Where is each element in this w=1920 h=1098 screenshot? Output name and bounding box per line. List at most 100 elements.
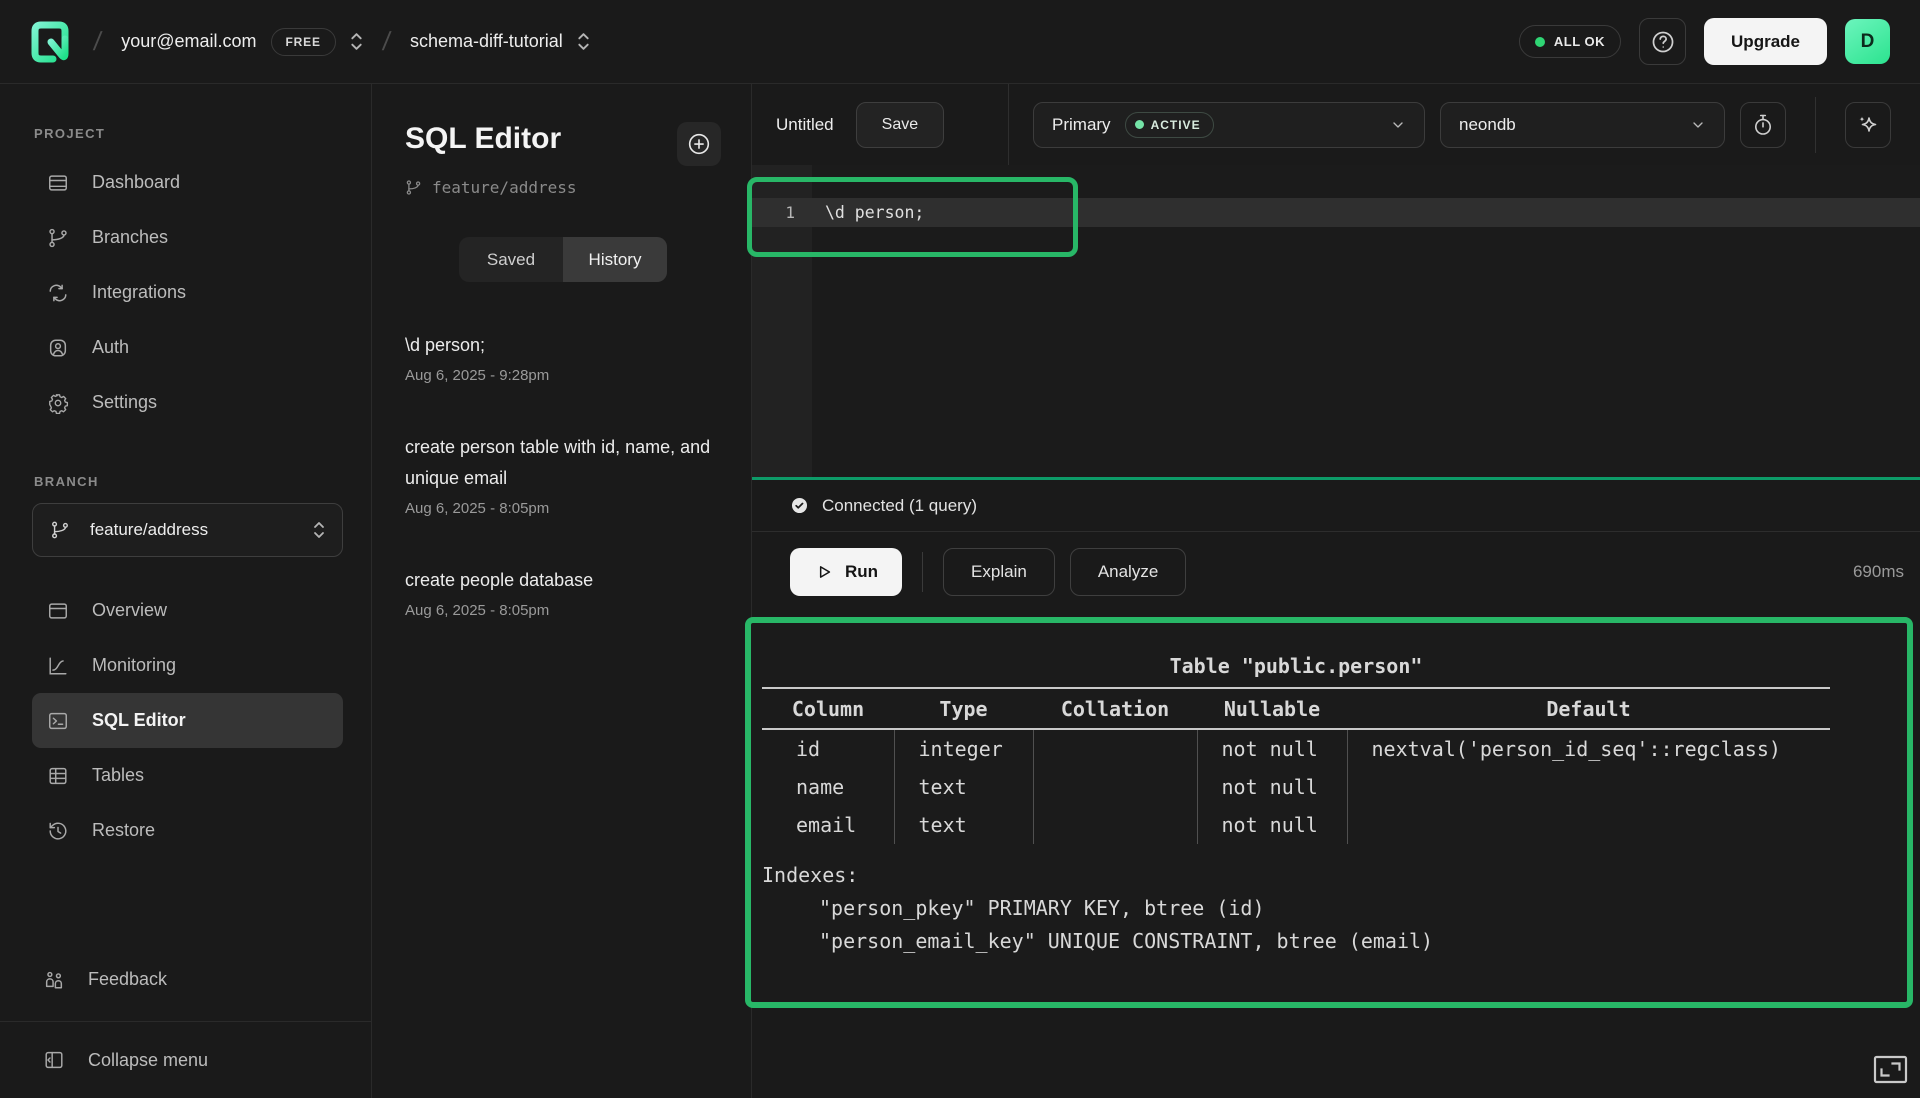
account-switcher-chevrons-icon[interactable] (350, 31, 363, 52)
sidebar-section-project: PROJECT (34, 126, 343, 141)
sql-editor-panel: SQL Editor feature/address Saved History… (372, 84, 752, 1098)
sidebar-item-sql-editor[interactable]: SQL Editor (32, 693, 343, 748)
query-timing-button[interactable] (1740, 102, 1786, 148)
history-item[interactable]: create person table with id, name, and u… (405, 432, 721, 517)
sidebar-item-branches[interactable]: Branches (32, 210, 343, 265)
cell: not null (1197, 729, 1347, 768)
sidebar-item-label: SQL Editor (92, 710, 186, 731)
overview-icon (47, 600, 69, 622)
sidebar-item-label: Monitoring (92, 655, 176, 676)
compute-status-badge: ACTIVE (1125, 112, 1214, 138)
history-query: create person table with id, name, and u… (405, 432, 715, 494)
query-tab-name[interactable]: Untitled (776, 115, 834, 135)
fullscreen-button[interactable] (1872, 1054, 1909, 1085)
page-title: SQL Editor (405, 122, 561, 157)
neon-logo[interactable] (30, 20, 74, 64)
actions-divider (922, 552, 923, 592)
result-table-title: Table "public.person" (762, 654, 1830, 678)
tables-icon (47, 765, 69, 787)
sidebar-item-overview[interactable]: Overview (32, 583, 343, 638)
chevron-down-icon (1690, 117, 1706, 133)
analyze-button[interactable]: Analyze (1070, 548, 1186, 596)
sidebar-item-restore[interactable]: Restore (32, 803, 343, 858)
collapse-menu-label: Collapse menu (88, 1050, 208, 1071)
explain-button[interactable]: Explain (943, 548, 1055, 596)
ai-assist-button[interactable] (1845, 102, 1891, 148)
cell: not null (1197, 768, 1347, 806)
cell: email (762, 806, 894, 844)
branch-selector[interactable]: feature/address (32, 503, 343, 557)
sidebar-item-settings[interactable]: Settings (32, 375, 343, 430)
panel-branch-label: feature/address (432, 178, 577, 197)
feedback-label: Feedback (88, 969, 167, 990)
editor-code-line: \d person; (825, 198, 924, 227)
sidebar-item-integrations[interactable]: Integrations (32, 265, 343, 320)
query-actions-bar: Run Explain Analyze 690ms (752, 532, 1920, 612)
top-bar: / your@email.com FREE / schema-diff-tuto… (0, 0, 1920, 84)
cell (1033, 768, 1197, 806)
breadcrumb-separator: / (381, 26, 393, 57)
column-header: Column (762, 688, 894, 729)
tab-saved[interactable]: Saved (459, 237, 563, 282)
history-item[interactable]: create people database Aug 6, 2025 - 8:0… (405, 565, 721, 619)
chevron-down-icon (1390, 117, 1406, 133)
history-timestamp: Aug 6, 2025 - 8:05pm (405, 602, 721, 619)
editor-line-number: 1 (752, 198, 795, 227)
query-tab: Untitled Save (752, 84, 1009, 165)
table-row: email text not null (762, 806, 1830, 844)
sidebar-item-monitoring[interactable]: Monitoring (32, 638, 343, 693)
history-query: create people database (405, 565, 715, 596)
sidebar: PROJECT Dashboard Branches Integrations … (0, 84, 372, 1098)
column-header: Collation (1033, 688, 1197, 729)
sql-code-editor[interactable]: 1 \d person; (752, 165, 1920, 477)
new-query-button[interactable] (677, 122, 721, 166)
integrations-icon (47, 282, 69, 304)
auth-icon (47, 337, 69, 359)
help-button[interactable] (1639, 18, 1686, 65)
editor-toolbar: Untitled Save Primary ACTIVE neondb (752, 84, 1920, 165)
save-button[interactable]: Save (856, 102, 944, 148)
sidebar-item-tables[interactable]: Tables (32, 748, 343, 803)
result-table: Column Type Collation Nullable Default i… (762, 687, 1830, 844)
query-history-list: \d person; Aug 6, 2025 - 9:28pm create p… (405, 330, 721, 619)
sidebar-item-auth[interactable]: Auth (32, 320, 343, 375)
sidebar-item-dashboard[interactable]: Dashboard (32, 155, 343, 210)
cell: nextval('person_id_seq'::regclass) (1347, 729, 1830, 768)
collapse-menu-button[interactable]: Collapse menu (28, 1022, 343, 1098)
sidebar-item-label: Restore (92, 820, 155, 841)
history-item[interactable]: \d person; Aug 6, 2025 - 9:28pm (405, 330, 721, 384)
branch-selector-chevrons-icon (313, 520, 325, 540)
query-duration: 690ms (1853, 562, 1904, 582)
database-selector-value: neondb (1459, 115, 1516, 135)
indexes-label: Indexes: (762, 859, 1907, 892)
database-selector[interactable]: neondb (1440, 102, 1725, 148)
table-row: name text not null (762, 768, 1830, 806)
history-timestamp: Aug 6, 2025 - 9:28pm (405, 367, 721, 384)
neon-console: / your@email.com FREE / schema-diff-tuto… (0, 0, 1920, 1098)
upgrade-button[interactable]: Upgrade (1704, 18, 1827, 65)
breadcrumb-account-email[interactable]: your@email.com (121, 31, 256, 52)
play-icon (814, 562, 834, 582)
result-header-row: Column Type Collation Nullable Default (762, 688, 1830, 729)
connection-status-text: Connected (1 query) (822, 496, 977, 516)
sidebar-footer: Feedback Collapse menu (28, 952, 343, 1098)
sidebar-item-label: Dashboard (92, 172, 180, 193)
user-avatar[interactable]: D (1845, 19, 1890, 64)
table-row: id integer not null nextval('person_id_s… (762, 729, 1830, 768)
column-header: Type (894, 688, 1033, 729)
index-entry: "person_pkey" PRIMARY KEY, btree (id) (762, 892, 1907, 925)
cell: name (762, 768, 894, 806)
compute-selector[interactable]: Primary ACTIVE (1033, 102, 1425, 148)
sidebar-section-branch: BRANCH (34, 474, 343, 489)
sidebar-item-label: Integrations (92, 282, 186, 303)
cell (1347, 806, 1830, 844)
tab-history[interactable]: History (563, 237, 667, 282)
project-switcher-chevrons-icon[interactable] (577, 31, 590, 52)
dashboard-icon (47, 172, 69, 194)
cell (1033, 806, 1197, 844)
run-button[interactable]: Run (790, 548, 902, 596)
system-status-badge[interactable]: ALL OK (1519, 25, 1621, 58)
stopwatch-icon (1751, 113, 1775, 137)
feedback-button[interactable]: Feedback (28, 952, 343, 1007)
breadcrumb-project-name[interactable]: schema-diff-tutorial (410, 31, 563, 52)
